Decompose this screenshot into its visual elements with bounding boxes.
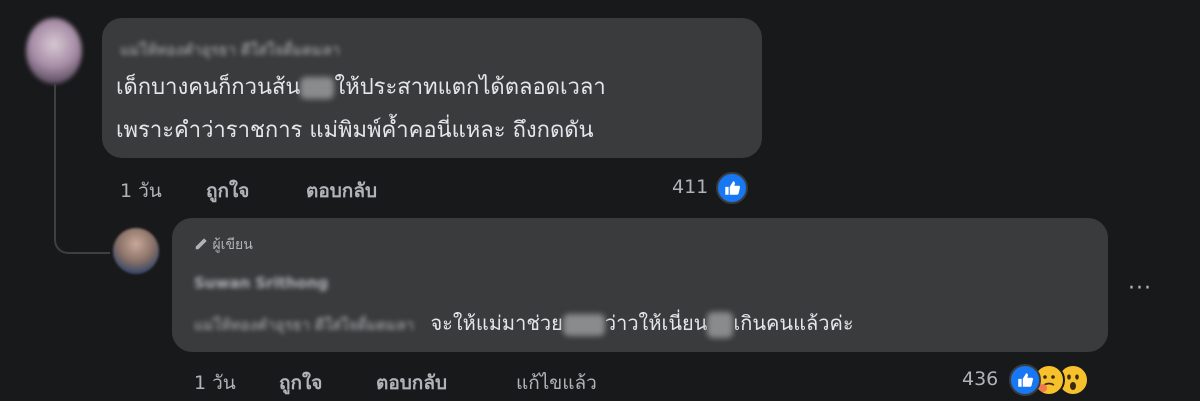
reply-timestamp[interactable]: 1 วัน [194, 368, 236, 398]
like-reaction-icon [1009, 364, 1041, 396]
edited-label: แก้ไขแล้ว [516, 372, 597, 394]
reply-author-name[interactable]: Suwan Srithong [194, 274, 328, 292]
reply-reaction-count[interactable]: 436 [962, 368, 998, 390]
thread-connector-line [54, 84, 110, 254]
reply-text-part: ว่าวให้เนี่ยน [604, 311, 708, 335]
censor-blur [300, 77, 335, 99]
comment-reply-button[interactable]: ตอบกลับ [306, 176, 377, 206]
comment-author-name[interactable]: แม่ให้ทองคำอุรธา ดีใส่ใจดื่มดมลา [120, 38, 340, 62]
censor-blur [707, 311, 734, 338]
censor-blur [562, 313, 605, 336]
pencil-icon [194, 237, 212, 253]
reply-author-avatar[interactable] [113, 228, 159, 274]
comment-timestamp[interactable]: 1 วัน [120, 176, 162, 206]
comment-like-button[interactable]: ถูกใจ [206, 176, 249, 206]
comment-text-line-2: เพราะคำว่าราชการ แม่พิมพ์ค้ำคอนี่แหละ ถึ… [116, 118, 594, 143]
author-badge: ผู้เขียน [194, 234, 253, 256]
reply-reply-button[interactable]: ตอบกลับ [376, 368, 447, 398]
author-badge-label: ผู้เขียน [212, 237, 253, 253]
commenter-avatar[interactable] [26, 18, 82, 84]
like-reaction-icon [716, 172, 748, 204]
reply-text-line: แม่ให้ทองคำอุรธา ดีใส่ใจดื่มดมลา จะให้แม… [194, 309, 854, 339]
comment-bubble: แม่ให้ทองคำอุรธา ดีใส่ใจดื่มดมลา เด็กบาง… [102, 18, 762, 158]
comment-reaction-count[interactable]: 411 [672, 176, 708, 198]
reply-like-button[interactable]: ถูกใจ [279, 368, 322, 398]
comment-text-part: เด็กบางคนก็กวนส้น [116, 75, 301, 100]
comment-text-part: ให้ประสาทแตกได้ตลอดเวลา [334, 75, 606, 100]
reply-mention[interactable]: แม่ให้ทองคำอุรธา ดีใส่ใจดื่มดมลา [194, 311, 414, 339]
reply-text-part: จะให้แม่มาช่วย [430, 311, 563, 335]
reply-text-part: เกินคนแล้วค่ะ [733, 311, 854, 335]
comment-text-line-1: เด็กบางคนก็กวนส้น ให้ประสาทแตกได้ตลอดเวลา [116, 74, 606, 102]
more-options-icon[interactable]: ··· [1128, 276, 1152, 301]
